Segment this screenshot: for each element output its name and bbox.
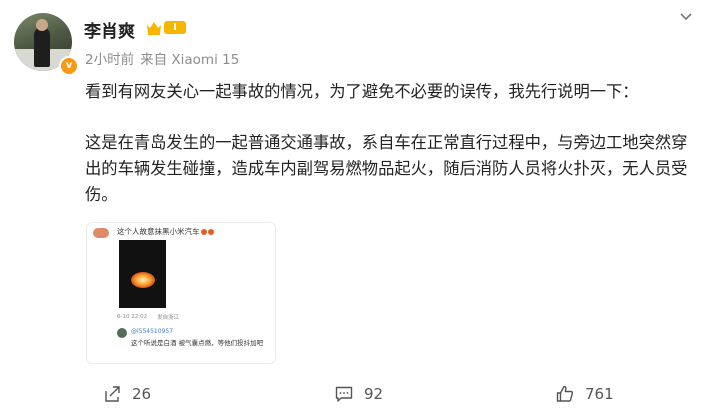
comment-text: 这个听说是白酒 被气囊点燃，等他们投抖加吧 (131, 339, 264, 347)
post-time[interactable]: 2小时前 (85, 52, 134, 68)
emoji-icon (200, 229, 207, 235)
comment-button[interactable]: 92 (334, 384, 383, 404)
embed-meta: 6-10 22:02 发自浙江 (117, 314, 180, 321)
post-source: 来自 Xiaomi 15 (140, 52, 240, 68)
user-level-badge[interactable]: I (146, 20, 186, 35)
post-text-body: 这是在青岛发生的一起普通交通事故，系自车在正常直行过程中，与旁边工地突然穿出的车… (85, 133, 688, 204)
like-count: 761 (585, 385, 614, 403)
author-name[interactable]: 李肖爽 (84, 17, 135, 42)
comment-count: 92 (364, 385, 384, 403)
embedded-screenshot[interactable]: 这个人故意抹黑小米汽车 6-10 22:02 发自浙江 @l554510957 这… (86, 222, 276, 364)
share-count: 26 (132, 385, 152, 403)
comment-icon (335, 386, 353, 402)
commenter-avatar (117, 328, 127, 338)
fire-image (131, 272, 155, 288)
commenter-name: @l554510957 (131, 328, 174, 335)
share-icon (105, 386, 120, 402)
verified-v-icon: v (59, 56, 79, 76)
like-button[interactable]: 761 (555, 384, 614, 404)
share-button[interactable]: 26 (102, 384, 151, 404)
like-icon (556, 385, 574, 402)
embed-title: 这个人故意抹黑小米汽车 (117, 226, 214, 237)
crown-icon (147, 21, 161, 35)
embed-avatar (93, 228, 109, 238)
chevron-down-icon[interactable] (678, 9, 694, 25)
post-meta: 2小时前 来自 Xiaomi 15 (85, 48, 245, 68)
emoji-icon (207, 229, 214, 235)
embed-video-thumbnail (119, 240, 166, 308)
post-text-intro: 看到有网友关心一起事故的情况，为了避免不必要的误传，我先行说明一下： (85, 82, 639, 101)
level-number: I (164, 21, 186, 34)
